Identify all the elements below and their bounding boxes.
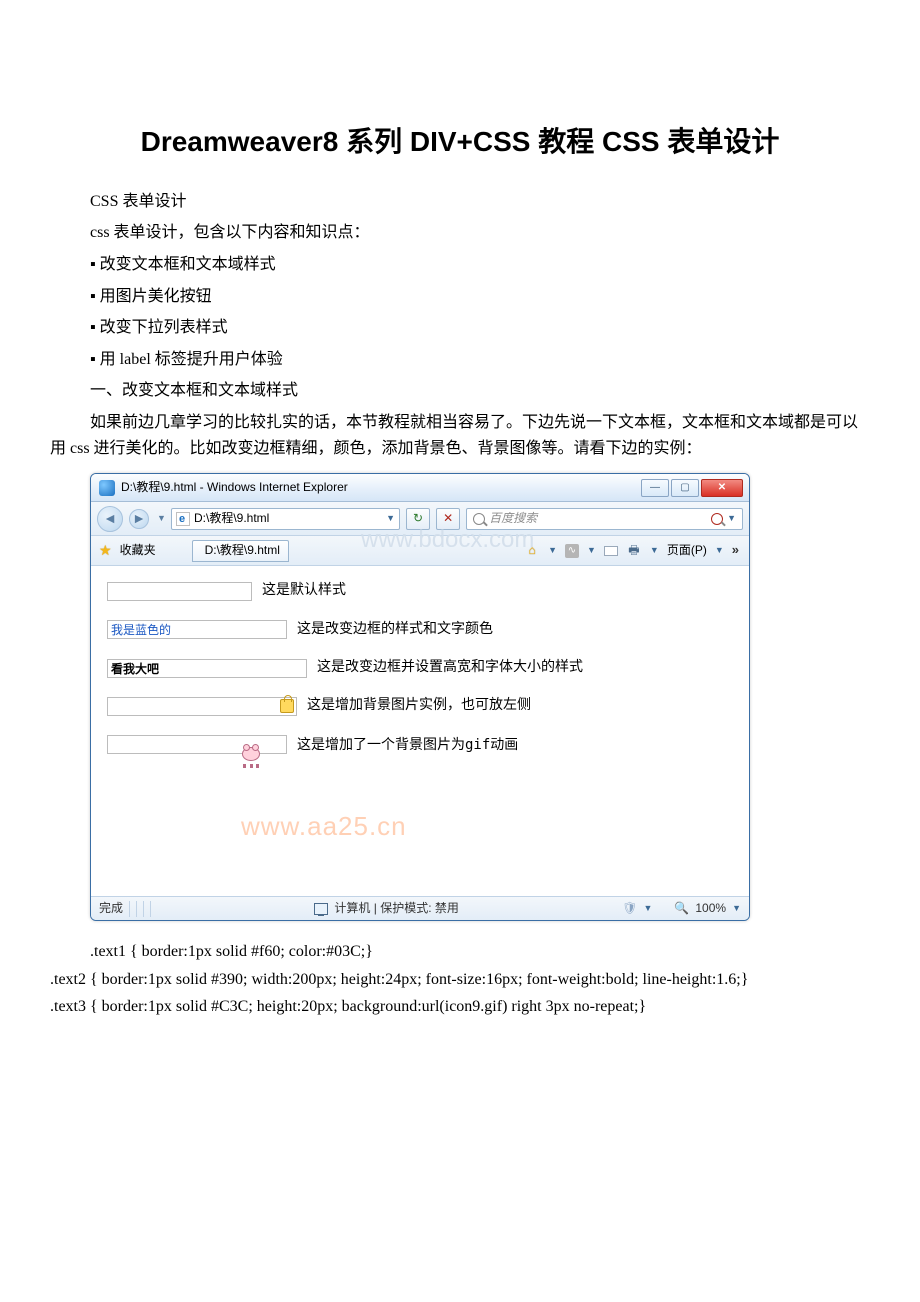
print-dropdown-icon[interactable]: ▼ <box>650 543 659 557</box>
zoom-icon[interactable]: 🔍 <box>674 899 689 918</box>
refresh-button[interactable]: ↻ <box>406 508 430 530</box>
address-dropdown-icon[interactable]: ▼ <box>386 511 395 525</box>
bullet-1: ▪ 改变文本框和文本域样式 <box>90 252 870 278</box>
minimize-button[interactable]: — <box>641 479 669 497</box>
page-menu[interactable]: 页面(P) <box>667 541 707 560</box>
back-button[interactable]: ◄ <box>97 506 123 532</box>
stop-button[interactable]: ✕ <box>436 508 460 530</box>
intro-line: css 表单设计，包含以下内容和知识点： <box>90 220 870 246</box>
security-zone-icon[interactable]: 🛡 <box>622 899 637 918</box>
overflow-chevron-icon[interactable]: » <box>732 540 741 561</box>
status-bar: 完成 计算机 | 保护模式: 禁用 🛡 ▼ 🔍 100% ▼ <box>91 896 749 920</box>
demo-row-1: 这是默认样式 <box>107 580 733 602</box>
close-button[interactable]: ✕ <box>701 479 743 497</box>
subtitle: CSS 表单设计 <box>90 189 870 215</box>
window-titlebar: D:\教程\9.html - Windows Internet Explorer… <box>91 474 749 502</box>
search-dropdown-icon[interactable]: ▼ <box>727 511 736 525</box>
intro-paragraph: 如果前边几章学习的比较扎实的话，本节教程就相当容易了。下边先说一下文本框，文本框… <box>50 410 870 461</box>
address-text: D:\教程\9.html <box>194 509 269 528</box>
browser-tab[interactable]: D:\教程\9.html <box>192 540 289 562</box>
nav-history-dropdown[interactable]: ▼ <box>155 511 165 525</box>
code-line-3: .text3 { border:1px solid #C3C; height:2… <box>50 994 870 1020</box>
ie-icon <box>99 480 115 496</box>
tab-title: D:\教程\9.html <box>205 541 280 560</box>
label-blue: 这是改变边框的样式和文字颜色 <box>297 619 493 641</box>
demo-row-3: 这是改变边框并设置高宽和字体大小的样式 <box>107 657 733 679</box>
bullet-4: ▪ 用 label 标签提升用户体验 <box>90 347 870 373</box>
section-heading: 一、改变文本框和文本域样式 <box>90 378 870 404</box>
page-icon <box>176 512 190 526</box>
ie-window: D:\教程\9.html - Windows Internet Explorer… <box>90 473 750 921</box>
bullet-3: ▪ 改变下拉列表样式 <box>90 315 870 341</box>
forward-button[interactable]: ► <box>129 509 149 529</box>
label-pink: 这是增加背景图片实例，也可放左侧 <box>307 695 531 717</box>
print-icon[interactable]: 🖶 <box>626 543 642 559</box>
pig-gif-icon <box>239 743 263 765</box>
demo-row-4: 这是增加背景图片实例，也可放左侧 <box>107 695 733 717</box>
page-menu-dropdown-icon[interactable]: ▼ <box>715 543 724 557</box>
bullet-2: ▪ 用图片美化按钮 <box>90 284 870 310</box>
nav-bar: ◄ ► ▼ D:\教程\9.html ▼ ↻ ✕ 百度搜索 ▼ <box>91 502 749 536</box>
search-placeholder: 百度搜索 <box>489 509 537 528</box>
search-go-icon[interactable] <box>711 513 723 525</box>
demo-row-2: 这是改变边框的样式和文字颜色 <box>107 619 733 641</box>
home-icon[interactable]: ⌂ <box>524 543 540 559</box>
zone-dropdown-icon[interactable]: ▼ <box>644 901 653 915</box>
input-default[interactable] <box>107 582 252 601</box>
input-green[interactable] <box>107 659 307 678</box>
search-icon <box>473 513 485 525</box>
page-content: www.aa25.cn 这是默认样式 这是改变边框的样式和文字颜色 这是改变边框… <box>91 566 749 896</box>
rss-icon[interactable]: ∿ <box>565 544 579 558</box>
lock-icon <box>280 699 294 713</box>
label-default: 这是默认样式 <box>262 580 346 602</box>
input-pink[interactable] <box>107 697 297 716</box>
demo-row-5: 这是增加了一个背景图片为gif动画 <box>107 734 733 756</box>
status-zoom: 100% <box>695 899 726 918</box>
home-dropdown-icon[interactable]: ▼ <box>548 543 557 557</box>
computer-icon <box>314 903 328 915</box>
mail-icon[interactable] <box>604 546 618 556</box>
maximize-button[interactable]: ▢ <box>671 479 699 497</box>
page-title: Dreamweaver8 系列 DIV+CSS 教程 CSS 表单设计 <box>50 120 870 165</box>
window-title: D:\教程\9.html - Windows Internet Explorer <box>121 478 348 497</box>
code-line-1: .text1 { border:1px solid #f60; color:#0… <box>50 939 870 965</box>
code-line-2: .text2 { border:1px solid #390; width:20… <box>50 967 870 993</box>
favorites-label[interactable]: 收藏夹 <box>120 541 156 560</box>
label-green: 这是改变边框并设置高宽和字体大小的样式 <box>317 657 583 679</box>
zoom-dropdown-icon[interactable]: ▼ <box>732 901 741 915</box>
status-zone: 计算机 | 保护模式: 禁用 <box>334 899 458 918</box>
watermark-text-2: www.aa25.cn <box>241 806 407 848</box>
favorites-star-icon[interactable]: ★ <box>99 539 112 561</box>
label-orange: 这是增加了一个背景图片为gif动画 <box>297 734 518 756</box>
rss-dropdown-icon[interactable]: ▼ <box>587 543 596 557</box>
status-done: 完成 <box>99 899 123 918</box>
address-bar[interactable]: D:\教程\9.html ▼ <box>171 508 400 530</box>
toolbar: ★ 收藏夹 D:\教程\9.html www.bdocx.com ⌂ ▼ ∿ ▼… <box>91 536 749 566</box>
search-box[interactable]: 百度搜索 ▼ <box>466 508 743 530</box>
input-blue[interactable] <box>107 620 287 639</box>
